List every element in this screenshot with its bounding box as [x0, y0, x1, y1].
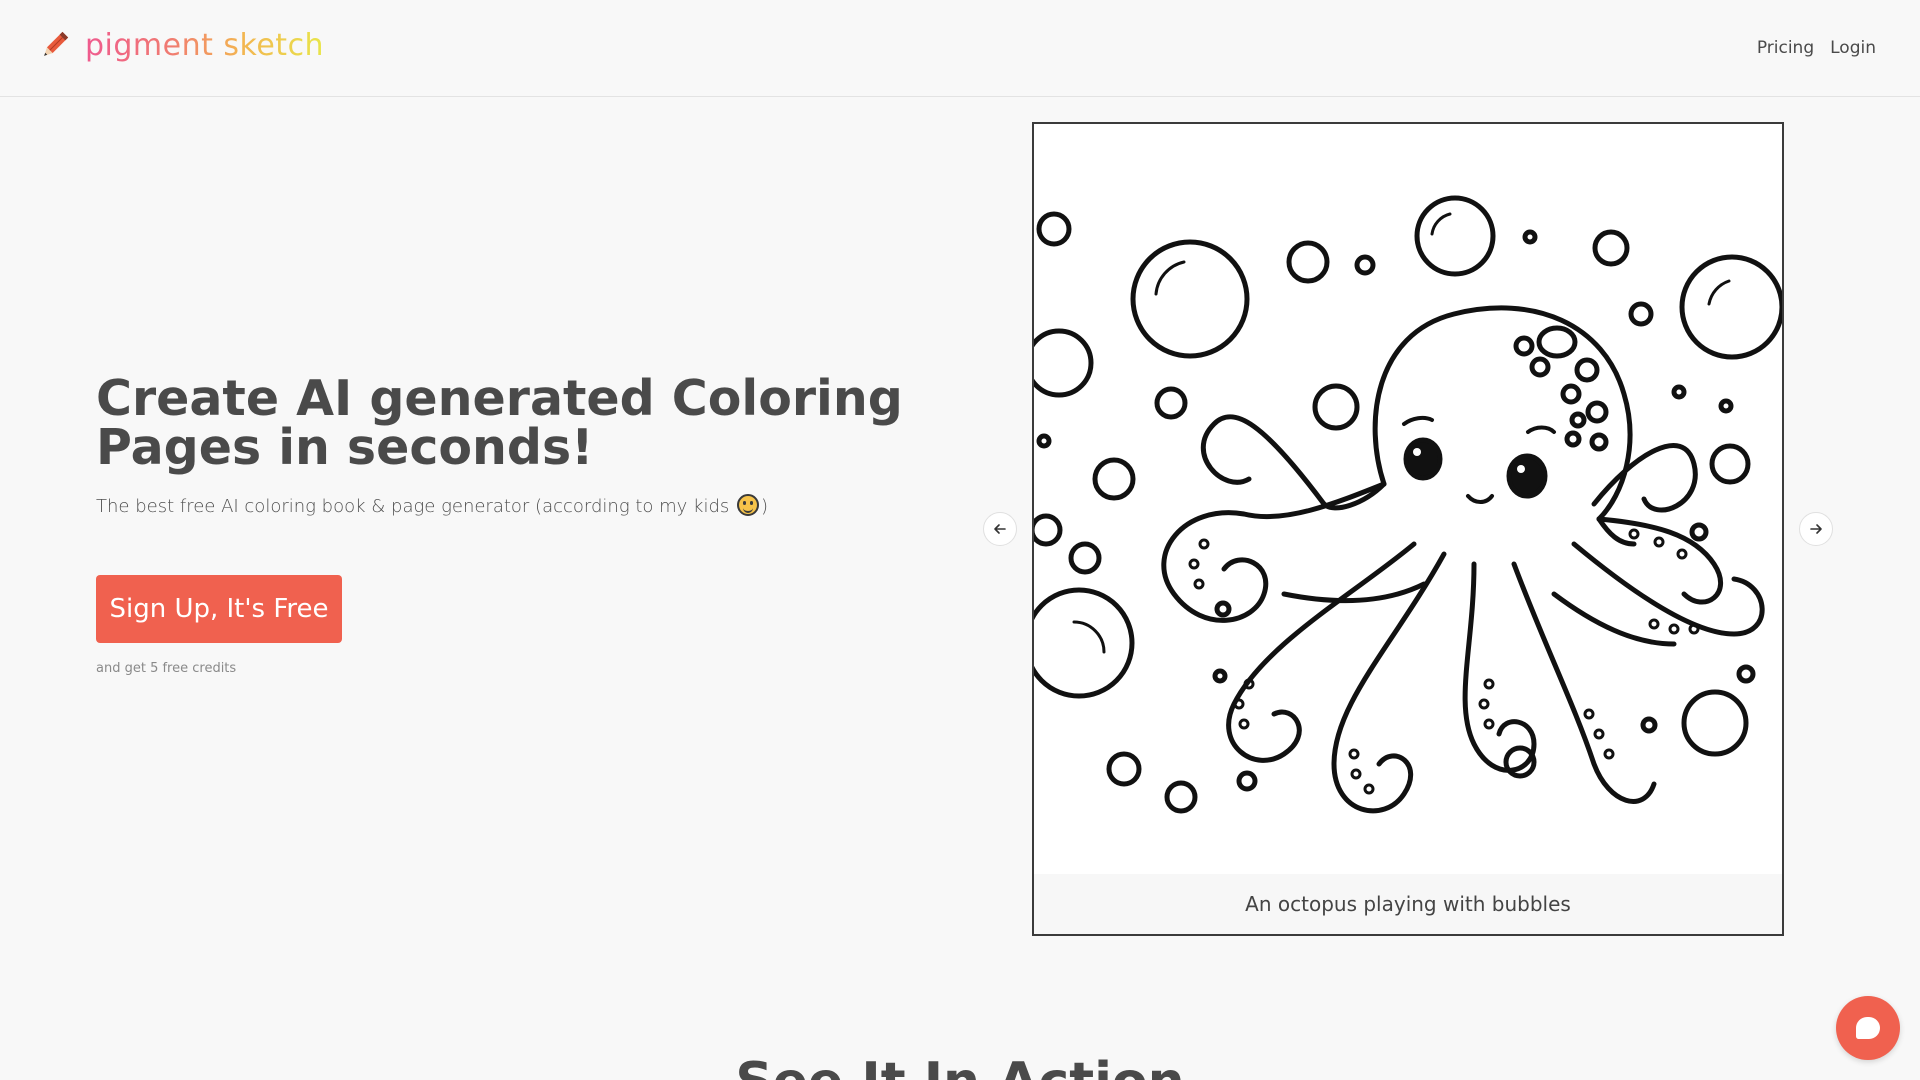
carousel-prev-button[interactable]: [983, 512, 1017, 546]
smiling-face-icon: [737, 494, 760, 516]
logo-text: pigment sketch: [85, 28, 325, 63]
signup-button[interactable]: Sign Up, It's Free: [96, 575, 342, 643]
section-title: See It In Action: [0, 1052, 1920, 1080]
nav-pricing-link[interactable]: Pricing: [1757, 38, 1814, 58]
site-header: pigment sketch Pricing Login: [0, 0, 1920, 97]
hero-subtitle: The best free AI coloring book & page ge…: [96, 494, 768, 517]
arrow-left-icon: [994, 524, 1006, 534]
free-credits-note: and get 5 free credits: [96, 661, 237, 676]
coloring-page-image: [1034, 124, 1782, 874]
chat-button[interactable]: [1836, 996, 1900, 1060]
pencil-icon: [44, 31, 69, 56]
hero-subtitle-text: The best free AI coloring book & page ge…: [96, 496, 736, 517]
chat-bubble-icon: [1856, 1017, 1880, 1039]
arrow-right-icon: [1810, 524, 1822, 534]
hero-subtitle-close: ): [761, 496, 769, 517]
logo[interactable]: pigment sketch: [38, 28, 324, 63]
nav-login-link[interactable]: Login: [1830, 38, 1876, 58]
carousel-next-button[interactable]: [1799, 512, 1833, 546]
carousel-slide: An octopus playing with bubbles: [1032, 122, 1784, 936]
hero-title: Create AI generated Coloring Pages in se…: [96, 370, 903, 476]
top-nav: Pricing Login: [1757, 38, 1876, 58]
octopus-illustration: [1034, 195, 1782, 814]
slide-caption: An octopus playing with bubbles: [1034, 874, 1782, 934]
